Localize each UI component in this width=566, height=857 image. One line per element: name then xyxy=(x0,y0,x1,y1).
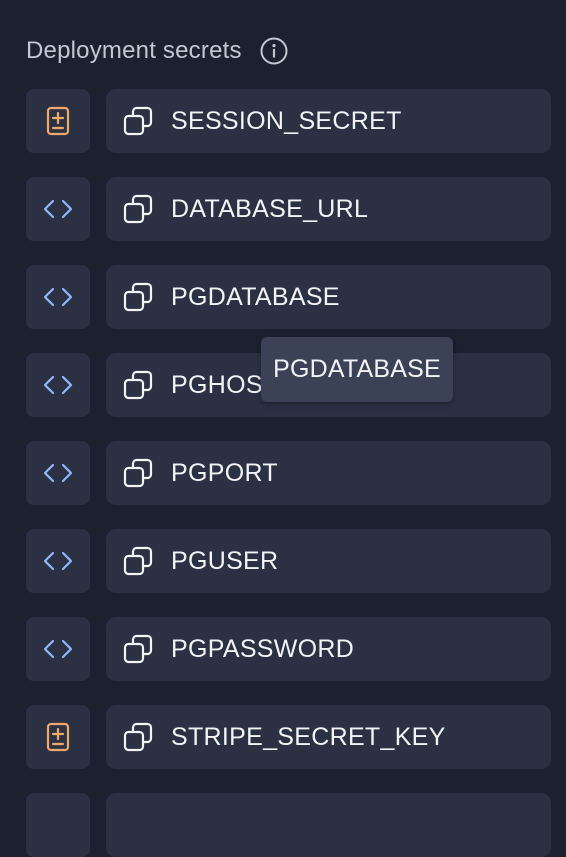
secret-type-button[interactable] xyxy=(26,529,90,593)
copy-icon xyxy=(122,721,154,753)
secret-row xyxy=(26,793,551,857)
secret-name: PGPASSWORD xyxy=(171,634,355,663)
secret-row: PGDATABASE xyxy=(26,265,551,329)
secret-name-button[interactable]: SESSION_SECRET xyxy=(106,89,551,153)
secret-type-button[interactable] xyxy=(26,265,90,329)
secret-name-button[interactable] xyxy=(106,793,551,857)
secret-row: STRIPE_SECRET_KEY xyxy=(26,705,551,769)
copy-icon xyxy=(122,193,154,225)
secret-name: SESSION_SECRET xyxy=(171,106,402,135)
copy-icon xyxy=(122,281,154,313)
secret-type-button[interactable] xyxy=(26,353,90,417)
secret-name-button[interactable]: PGUSER xyxy=(106,529,551,593)
secret-type-button[interactable] xyxy=(26,617,90,681)
copy-icon xyxy=(122,633,154,665)
secret-name-button[interactable]: DATABASE_URL xyxy=(106,177,551,241)
code-icon xyxy=(43,551,73,571)
secret-row: PGUSER xyxy=(26,529,551,593)
secret-name-button[interactable]: PGPASSWORD xyxy=(106,617,551,681)
secret-name: DATABASE_URL xyxy=(171,194,369,223)
secret-type-button[interactable] xyxy=(26,705,90,769)
secret-name-button[interactable]: STRIPE_SECRET_KEY xyxy=(106,705,551,769)
secret-row: SESSION_SECRET xyxy=(26,89,551,153)
secret-row: DATABASE_URL xyxy=(26,177,551,241)
code-icon xyxy=(43,639,73,659)
secret-name: PGUSER xyxy=(171,546,279,575)
code-icon xyxy=(43,463,73,483)
secret-type-button[interactable] xyxy=(26,441,90,505)
secret-name-button[interactable]: PGPORT xyxy=(106,441,551,505)
secret-type-button[interactable] xyxy=(26,793,90,857)
copy-icon xyxy=(122,105,154,137)
env-file-icon xyxy=(46,106,70,136)
copy-icon xyxy=(122,545,154,577)
code-icon xyxy=(43,199,73,219)
secret-name: PGDATABASE xyxy=(171,282,340,311)
secret-name: STRIPE_SECRET_KEY xyxy=(171,722,446,751)
env-file-icon xyxy=(46,722,70,752)
secret-row: PGPORT xyxy=(26,441,551,505)
secret-row: PGPASSWORD xyxy=(26,617,551,681)
copy-icon xyxy=(122,457,154,489)
copy-icon xyxy=(122,369,154,401)
secret-name: PGPORT xyxy=(171,458,278,487)
section-header: Deployment secrets xyxy=(26,34,288,68)
secret-type-button[interactable] xyxy=(26,177,90,241)
secret-name-button[interactable]: PGDATABASE xyxy=(106,265,551,329)
code-icon xyxy=(43,375,73,395)
section-title: Deployment secrets xyxy=(26,37,242,64)
info-icon[interactable] xyxy=(260,37,288,65)
secret-type-button[interactable] xyxy=(26,89,90,153)
secret-name-tooltip: PGDATABASE xyxy=(261,337,453,402)
code-icon xyxy=(43,287,73,307)
